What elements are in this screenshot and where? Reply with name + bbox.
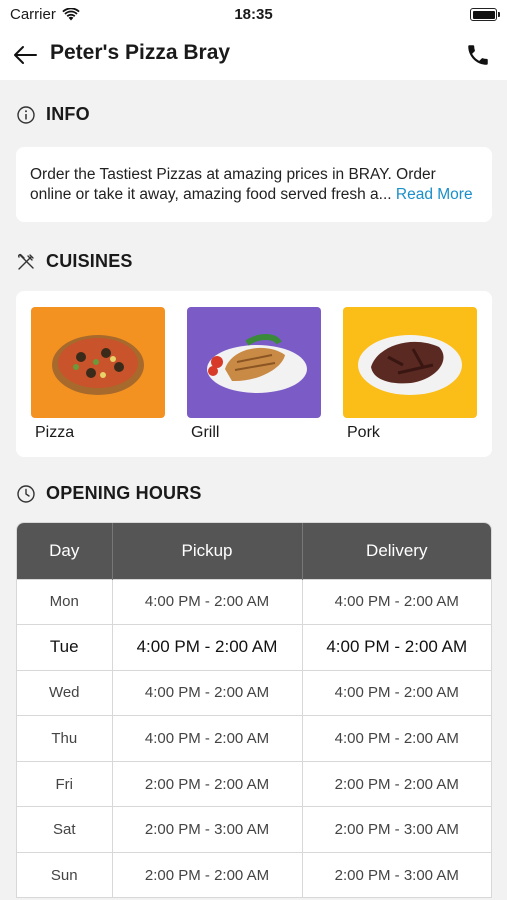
table-row: Sat 2:00 PM - 3:00 AM 2:00 PM - 3:00 AM [17,806,491,853]
clock-icon [17,484,35,503]
info-circle-icon [17,105,35,124]
table-row: Fri 2:00 PM - 2:00 AM 2:00 PM - 2:00 AM [17,760,491,807]
table-header-row: Day Pickup Delivery [17,523,491,579]
info-heading: INFO [46,104,90,124]
pickup-cell: 4:00 PM - 2:00 AM [112,624,303,671]
info-header: INFO [16,104,90,125]
delivery-cell: 2:00 PM - 3:00 AM [302,852,491,897]
clock-time: 18:35 [234,6,273,23]
cuisines-header: CUISINES [16,251,133,272]
column-header-pickup: Pickup [112,523,303,579]
table-row: Mon 4:00 PM - 2:00 AM 4:00 PM - 2:00 AM [17,578,491,625]
page-title: Peter's Pizza Bray [50,41,231,64]
cuisine-grill[interactable]: Grill [187,307,321,442]
read-more-link[interactable]: Read More [396,186,473,203]
pickup-cell: 4:00 PM - 2:00 AM [112,715,303,762]
hours-heading: OPENING HOURS [46,483,202,503]
day-cell: Wed [17,669,113,716]
info-card: Order the Tastiest Pizzas at amazing pri… [16,147,492,222]
status-bar: Carrier 18:35 [0,0,507,30]
grill-image [187,307,321,418]
delivery-cell: 2:00 PM - 2:00 AM [302,760,491,807]
cuisines-card: Pizza Grill Pork [16,291,492,457]
day-cell: Sun [17,852,113,897]
cuisine-label: Pork [347,424,380,441]
nav-bar: Peter's Pizza Bray [0,30,507,80]
pickup-cell: 4:00 PM - 2:00 AM [112,669,303,716]
day-cell: Mon [17,578,113,625]
column-header-delivery: Delivery [302,523,491,579]
day-cell: Tue [17,624,113,671]
pork-image [343,307,477,418]
arrow-left-icon[interactable] [10,40,40,70]
delivery-cell: 2:00 PM - 3:00 AM [302,806,491,853]
delivery-cell: 4:00 PM - 2:00 AM [302,669,491,716]
battery-icon [470,8,500,21]
delivery-cell: 4:00 PM - 2:00 AM [302,715,491,762]
delivery-cell: 4:00 PM - 2:00 AM [302,578,491,625]
table-row: Wed 4:00 PM - 2:00 AM 4:00 PM - 2:00 AM [17,669,491,716]
opening-hours-table: Day Pickup Delivery Mon 4:00 PM - 2:00 A… [16,522,492,898]
cuisines-heading: CUISINES [46,251,133,271]
cuisine-pizza[interactable]: Pizza [31,307,165,442]
pickup-cell: 2:00 PM - 3:00 AM [112,806,303,853]
cuisine-pork[interactable]: Pork [343,307,477,442]
day-cell: Sat [17,806,113,853]
hours-header: OPENING HOURS [16,483,202,504]
phone-icon[interactable] [465,42,491,68]
day-cell: Fri [17,760,113,807]
cuisine-label: Grill [191,424,220,441]
pickup-cell: 4:00 PM - 2:00 AM [112,578,303,625]
pickup-cell: 2:00 PM - 2:00 AM [112,852,303,897]
column-header-day: Day [17,523,113,579]
cuisine-label: Pizza [35,424,75,441]
day-cell: Thu [17,715,113,762]
table-row: Thu 4:00 PM - 2:00 AM 4:00 PM - 2:00 AM [17,715,491,762]
delivery-cell: 4:00 PM - 2:00 AM [302,624,491,671]
table-row-today: Tue 4:00 PM - 2:00 AM 4:00 PM - 2:00 AM [17,624,491,671]
table-row: Sun 2:00 PM - 2:00 AM 2:00 PM - 3:00 AM [17,852,491,897]
pizza-image [31,307,165,418]
pickup-cell: 2:00 PM - 2:00 AM [112,760,303,807]
utensils-icon [18,253,34,270]
info-text: Order the Tastiest Pizzas at amazing pri… [30,166,436,203]
